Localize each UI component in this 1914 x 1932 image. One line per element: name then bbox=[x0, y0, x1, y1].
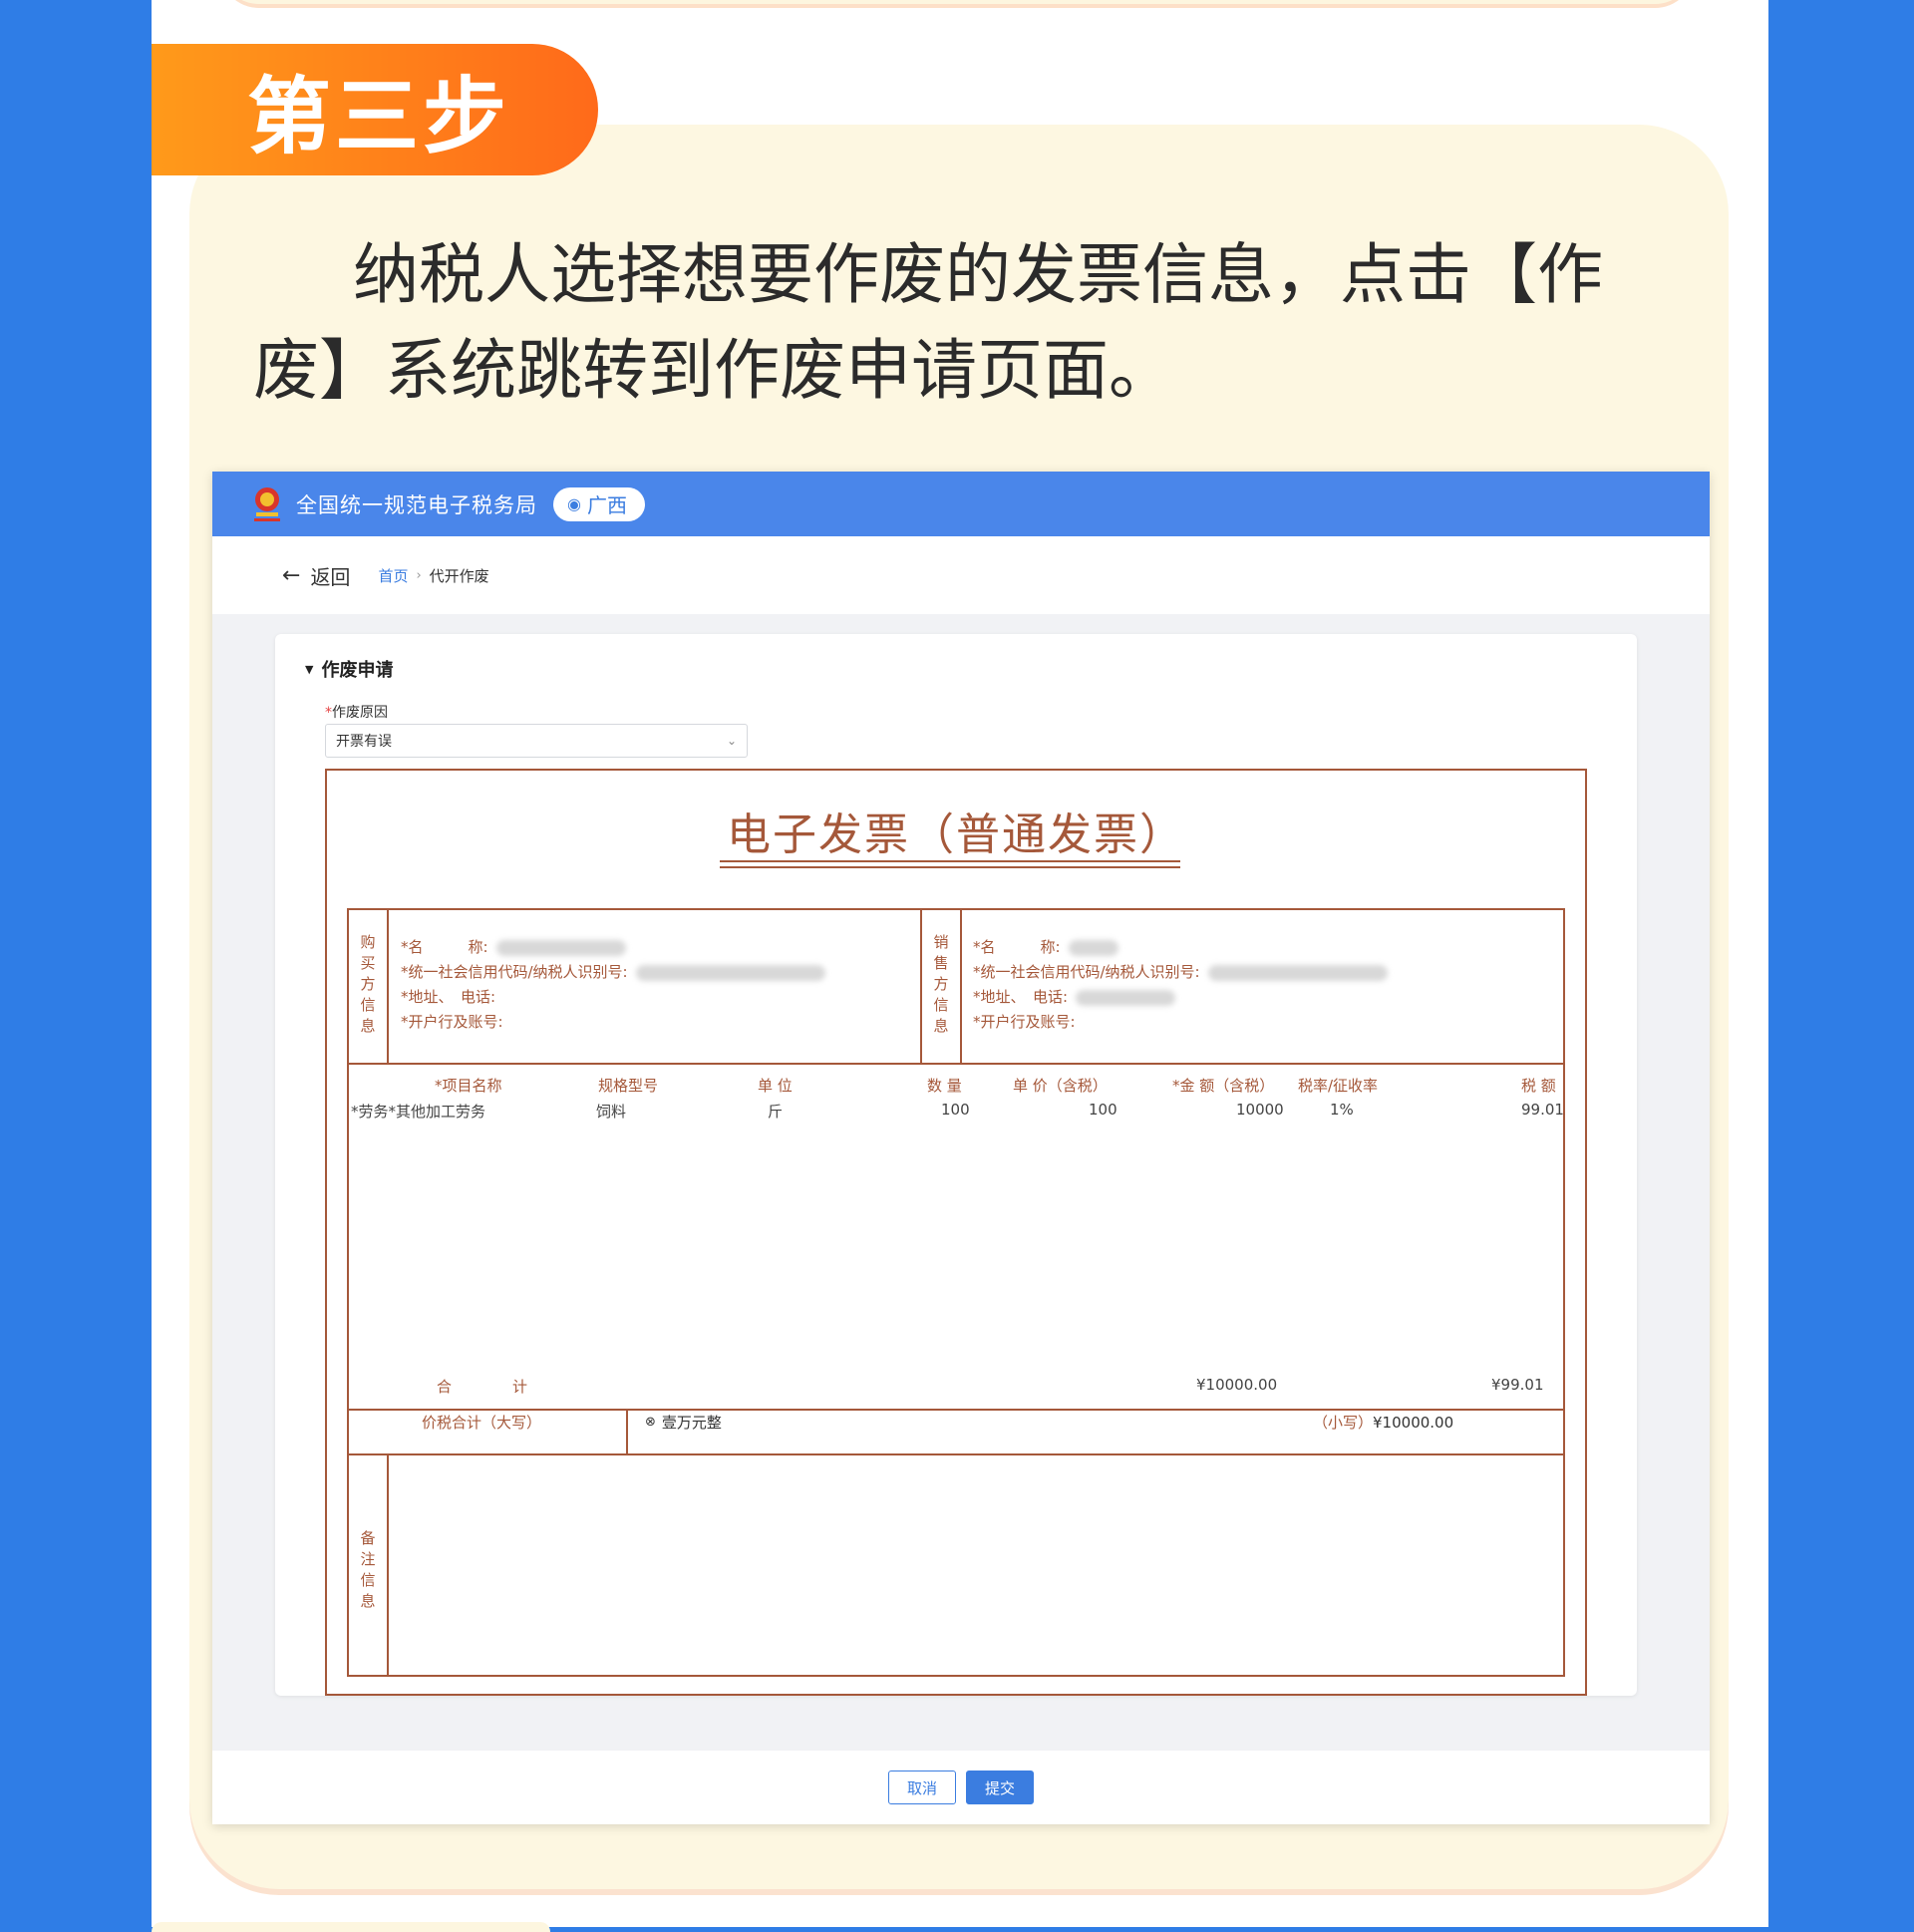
section-header[interactable]: ▼ 作废申请 bbox=[305, 656, 393, 682]
tax-emblem-icon bbox=[250, 484, 284, 524]
invoice-title: 电子发票（普通发票） bbox=[727, 809, 1185, 860]
reason-label: *作废原因 bbox=[325, 702, 388, 722]
back-button[interactable]: ← 返回 bbox=[282, 561, 350, 590]
previous-step-card bbox=[219, 0, 1695, 4]
remark-label: 备注信息 bbox=[360, 1529, 376, 1610]
total-label-b: 计 bbox=[512, 1378, 528, 1396]
sum-capital: ⊗ 壹万元整 bbox=[645, 1414, 722, 1432]
nav-bar: ← 返回 首页 › 代开作废 bbox=[212, 536, 1710, 614]
total-amount: ¥10000.00 bbox=[1196, 1376, 1278, 1394]
buyer-label: 购买方信息 bbox=[360, 933, 376, 1035]
party-row: 购买方信息 *名 称: *统一社会信用代码/纳税人识别号: *地址、 电话: *… bbox=[349, 910, 1563, 1065]
cell-qty: 100 bbox=[941, 1101, 970, 1119]
reason-value: 开票有误 bbox=[336, 734, 392, 750]
seller-address: *地址、 电话: bbox=[973, 986, 1176, 1007]
next-step-card bbox=[152, 1922, 550, 1932]
region-selector[interactable]: ◉ 广西 bbox=[553, 486, 645, 521]
close-circle-icon: ⊗ bbox=[645, 1415, 656, 1430]
col-tax-rate: 税率/征收率 bbox=[1298, 1077, 1379, 1095]
void-application-panel: ▼ 作废申请 *作废原因 开票有误 ⌄ 电子发票（普通发票） 购买方信息 *名 … bbox=[275, 634, 1637, 1696]
step-description: 纳税人选择想要作废的发票信息，点击【作废】系统跳转到作废申请页面。 bbox=[253, 236, 1603, 409]
seller-bank: *开户行及账号: bbox=[973, 1013, 1076, 1031]
title-underline bbox=[720, 860, 1180, 862]
sum-label: 价税合计（大写） bbox=[422, 1414, 542, 1432]
cell-tax: 99.01 bbox=[1521, 1101, 1564, 1119]
caret-down-icon: ▼ bbox=[305, 662, 314, 676]
required-mark: * bbox=[325, 705, 332, 721]
col-item-name: *项目名称 bbox=[435, 1077, 502, 1095]
reason-label-text: 作废原因 bbox=[332, 705, 388, 721]
cell-price: 100 bbox=[1089, 1101, 1117, 1119]
screenshot-frame: 全国统一规范电子税务局 ◉ 广西 ← 返回 首页 › 代开作废 ▼ 作废申请 *… bbox=[212, 472, 1710, 1824]
action-bar: 取消 提交 bbox=[212, 1751, 1710, 1824]
breadcrumb: 首页 › 代开作废 bbox=[378, 565, 488, 586]
reason-select[interactable]: 开票有误 ⌄ bbox=[325, 724, 748, 758]
buyer-name: *名 称: bbox=[401, 936, 626, 957]
seller-label: 销售方信息 bbox=[933, 933, 949, 1035]
breadcrumb-current: 代开作废 bbox=[429, 566, 489, 585]
chevron-right-icon: › bbox=[416, 567, 422, 583]
location-pin-icon: ◉ bbox=[567, 494, 581, 513]
section-title: 作废申请 bbox=[321, 660, 394, 681]
total-tax: ¥99.01 bbox=[1491, 1376, 1544, 1394]
chevron-down-icon: ⌄ bbox=[726, 734, 737, 748]
sum-small: （小写）¥10000.00 bbox=[1313, 1414, 1454, 1432]
seller-tax-id: *统一社会信用代码/纳税人识别号: bbox=[973, 961, 1388, 982]
cell-spec: 饲料 bbox=[596, 1103, 627, 1121]
cell-tax-rate: 1% bbox=[1330, 1101, 1354, 1119]
col-unit: 单 位 bbox=[758, 1077, 793, 1095]
region-label: 广西 bbox=[586, 493, 627, 517]
step-badge-label: 第三步 bbox=[247, 67, 511, 165]
cell-item-name: *劳务*其他加工劳务 bbox=[351, 1103, 486, 1121]
items-section: *项目名称 规格型号 单 位 数 量 单 价（含税） *金 额（含税） 税率/征… bbox=[349, 1063, 1564, 1409]
cell-amount: 10000 bbox=[1236, 1101, 1284, 1119]
app-title: 全国统一规范电子税务局 bbox=[296, 492, 537, 517]
total-label-a: 合 bbox=[437, 1378, 453, 1396]
col-price: 单 价（含税） bbox=[1013, 1077, 1108, 1095]
breadcrumb-home[interactable]: 首页 bbox=[378, 565, 408, 586]
col-tax: 税 额 bbox=[1521, 1077, 1556, 1095]
buyer-address: *地址、 电话: bbox=[401, 988, 496, 1006]
cancel-button[interactable]: 取消 bbox=[888, 1771, 956, 1804]
arrow-left-icon: ← bbox=[282, 562, 301, 588]
buyer-tax-id: *统一社会信用代码/纳税人识别号: bbox=[401, 961, 825, 982]
col-spec: 规格型号 bbox=[598, 1077, 659, 1095]
col-qty: 数 量 bbox=[927, 1077, 962, 1095]
step-badge: 第三步 bbox=[152, 44, 598, 175]
invoice-preview: 电子发票（普通发票） 购买方信息 *名 称: *统一社会信用代码/纳税人识别号:… bbox=[325, 769, 1587, 1696]
buyer-bank: *开户行及账号: bbox=[401, 1013, 503, 1031]
app-header: 全国统一规范电子税务局 ◉ 广西 bbox=[212, 472, 1710, 536]
seller-name: *名 称: bbox=[973, 936, 1118, 957]
title-underline bbox=[720, 866, 1180, 868]
invoice-body: 购买方信息 *名 称: *统一社会信用代码/纳税人识别号: *地址、 电话: *… bbox=[347, 908, 1565, 1677]
back-label: 返回 bbox=[310, 564, 351, 589]
col-amount: *金 额（含税） bbox=[1172, 1077, 1275, 1095]
cell-unit: 斤 bbox=[768, 1103, 784, 1121]
submit-button[interactable]: 提交 bbox=[966, 1771, 1034, 1804]
